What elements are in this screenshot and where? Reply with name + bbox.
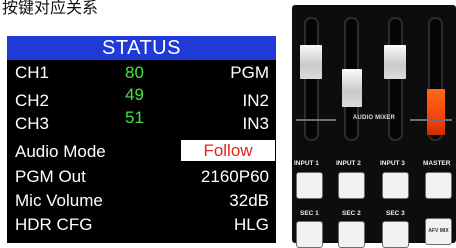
- ch2-level: 49: [125, 85, 144, 104]
- master-label: MASTER: [423, 160, 451, 167]
- status-header: STATUS: [7, 36, 276, 60]
- fader-master[interactable]: [427, 89, 445, 135]
- ch3-source: IN3: [242, 114, 269, 133]
- sec-1-button[interactable]: [296, 221, 323, 248]
- fader-3[interactable]: [384, 45, 406, 79]
- fader-2[interactable]: [342, 69, 362, 107]
- audio-mode-value: Follow: [203, 141, 253, 160]
- input-2-label: INPUT 2: [336, 160, 361, 167]
- ch2-label: CH2: [15, 91, 50, 110]
- ch3-label: CH3: [15, 114, 50, 133]
- ch1-source: PGM: [230, 63, 269, 82]
- pgm-out-value: 2160P60: [200, 167, 269, 186]
- audio-mode-label: Audio Mode: [15, 142, 106, 161]
- ch1-label: CH1: [15, 63, 50, 82]
- input-1-label: INPUT 1: [294, 160, 319, 167]
- fader-track-1: [304, 17, 319, 141]
- hdr-cfg-value: HLG: [234, 215, 269, 234]
- input-1-button[interactable]: [296, 172, 323, 199]
- mic-volume-label: Mic Volume: [15, 191, 103, 210]
- master-button[interactable]: [425, 172, 452, 199]
- sec-2-button[interactable]: [338, 221, 365, 248]
- fader-track-3: [388, 17, 403, 141]
- audio-mixer-label: AUDIO MIXER: [352, 115, 396, 121]
- pgm-out-label: PGM Out: [15, 167, 86, 186]
- hdr-cfg-label: HDR CFG: [15, 215, 93, 234]
- status-screen: STATUS CH1 80 PGM CH2 49 IN2 CH3 51 IN3 …: [7, 36, 276, 243]
- sec-2-label: SEC 2: [342, 210, 361, 217]
- status-title: STATUS: [102, 37, 181, 59]
- sec-1-label: SEC 1: [300, 210, 319, 217]
- input-3-label: INPUT 3: [380, 160, 405, 167]
- afv-mix-button[interactable]: AFV MIX: [425, 218, 452, 245]
- ch3-level: 51: [125, 108, 144, 127]
- sec-3-button[interactable]: [382, 221, 409, 248]
- audio-mixer-panel: AUDIO MIXER INPUT 1 INPUT 2 INPUT 3 MAST…: [292, 5, 456, 248]
- input-2-button[interactable]: [338, 172, 365, 199]
- fader-1[interactable]: [300, 45, 322, 79]
- sec-3-label: SEC 3: [386, 210, 405, 217]
- ch1-level: 80: [125, 63, 144, 82]
- input-3-button[interactable]: [382, 172, 409, 199]
- ch2-source: IN2: [242, 91, 269, 110]
- mic-volume-value: 32dB: [229, 191, 269, 210]
- audio-mode-value-box: Follow: [181, 140, 275, 161]
- caption-text: 按键对应关系: [2, 0, 99, 17]
